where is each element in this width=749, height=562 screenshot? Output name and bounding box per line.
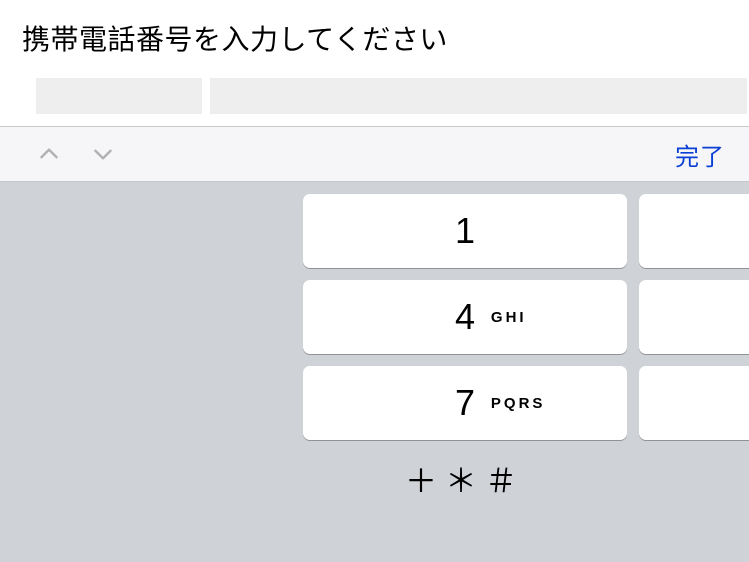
key-digit: 1 <box>455 210 475 252</box>
page-header: 携帯電話番号を入力してください <box>0 0 749 78</box>
key-1[interactable]: 1 <box>303 194 627 268</box>
numeric-keypad: 1 4 GHI 7 PQRS ＋＊＃ <box>0 182 749 562</box>
key-5-partial[interactable] <box>639 280 749 354</box>
key-4[interactable]: 4 GHI <box>303 280 627 354</box>
keypad-row-2: 4 GHI <box>0 280 749 354</box>
key-8-partial[interactable] <box>639 366 749 440</box>
chevron-up-icon[interactable] <box>36 141 62 167</box>
phone-input-row <box>0 78 749 114</box>
done-button[interactable]: 完了 <box>675 137 725 172</box>
key-digit: 4 <box>455 296 475 338</box>
country-code-input[interactable] <box>36 78 202 114</box>
page-title: 携帯電話番号を入力してください <box>22 18 727 58</box>
chevron-down-icon[interactable] <box>90 141 116 167</box>
keypad-row-symbols: ＋＊＃ <box>0 456 749 502</box>
key-digit: 7 <box>455 382 475 424</box>
key-letters: PQRS <box>491 395 546 412</box>
toolbar-nav <box>36 141 116 167</box>
phone-number-input[interactable] <box>210 78 747 114</box>
keypad-row-3: 7 PQRS <box>0 366 749 440</box>
keyboard-toolbar: 完了 <box>0 126 749 182</box>
key-7[interactable]: 7 PQRS <box>303 366 627 440</box>
key-symbols[interactable]: ＋＊＃ <box>303 456 627 502</box>
key-letters: GHI <box>491 309 527 326</box>
key-2-partial[interactable] <box>639 194 749 268</box>
keypad-row-1: 1 <box>0 194 749 268</box>
